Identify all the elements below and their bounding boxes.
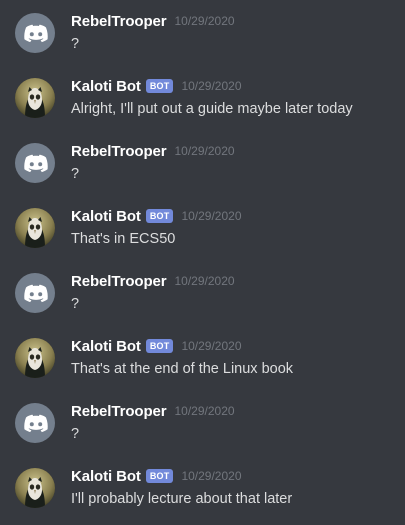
bot-badge: BOT [145, 209, 174, 223]
message-header: Kaloti Bot BOT 10/29/2020 [71, 76, 242, 96]
author-name[interactable]: Kaloti Bot [71, 338, 141, 355]
author-name[interactable]: RebelTrooper [71, 13, 167, 30]
message: RebelTrooper 10/29/2020 ? [0, 270, 405, 330]
bot-badge: BOT [145, 469, 174, 483]
message-header: Kaloti Bot BOT 10/29/2020 [71, 466, 242, 486]
timestamp: 10/29/2020 [174, 404, 235, 418]
timestamp: 10/29/2020 [181, 339, 242, 353]
owl-avatar-icon[interactable] [15, 208, 55, 248]
message-text: That's in ECS50 [71, 231, 176, 247]
message: Kaloti Bot BOT 10/29/2020 I'll probably … [0, 465, 405, 525]
message-header: Kaloti Bot BOT 10/29/2020 [71, 206, 242, 226]
message-text: Alright, I'll put out a guide maybe late… [71, 101, 353, 117]
owl-avatar-icon[interactable] [15, 78, 55, 118]
message-header: Kaloti Bot BOT 10/29/2020 [71, 336, 242, 356]
message: Kaloti Bot BOT 10/29/2020 That's in ECS5… [0, 205, 405, 265]
timestamp: 10/29/2020 [181, 209, 242, 223]
bot-badge: BOT [145, 79, 174, 93]
message-text: ? [71, 166, 80, 182]
message-text: ? [71, 426, 80, 442]
author-name[interactable]: Kaloti Bot [71, 78, 141, 95]
author-name[interactable]: RebelTrooper [71, 143, 167, 160]
author-name[interactable]: RebelTrooper [71, 273, 167, 290]
message: RebelTrooper 10/29/2020 ? [0, 10, 405, 70]
author-name[interactable]: Kaloti Bot [71, 468, 141, 485]
message-header: RebelTrooper 10/29/2020 [71, 141, 235, 161]
message-text: ? [71, 36, 80, 52]
message-header: RebelTrooper 10/29/2020 [71, 401, 235, 421]
timestamp: 10/29/2020 [174, 144, 235, 158]
bot-badge: BOT [145, 339, 174, 353]
author-name[interactable]: Kaloti Bot [71, 208, 141, 225]
timestamp: 10/29/2020 [174, 274, 235, 288]
timestamp: 10/29/2020 [174, 14, 235, 28]
discord-default-avatar-icon[interactable] [15, 143, 55, 183]
message-header: RebelTrooper 10/29/2020 [71, 11, 235, 31]
message-text: That's at the end of the Linux book [71, 361, 294, 377]
discord-default-avatar-icon[interactable] [15, 403, 55, 443]
message: Kaloti Bot BOT 10/29/2020 That's at the … [0, 335, 405, 395]
author-name[interactable]: RebelTrooper [71, 403, 167, 420]
message-text: ? [71, 296, 80, 312]
message-text: I'll probably lecture about that later [71, 491, 293, 507]
timestamp: 10/29/2020 [181, 469, 242, 483]
discord-default-avatar-icon[interactable] [15, 13, 55, 53]
message: RebelTrooper 10/29/2020 ? [0, 140, 405, 200]
message: Kaloti Bot BOT 10/29/2020 Alright, I'll … [0, 75, 405, 135]
message: RebelTrooper 10/29/2020 ? [0, 400, 405, 460]
owl-avatar-icon[interactable] [15, 468, 55, 508]
discord-default-avatar-icon[interactable] [15, 273, 55, 313]
message-header: RebelTrooper 10/29/2020 [71, 271, 235, 291]
owl-avatar-icon[interactable] [15, 338, 55, 378]
timestamp: 10/29/2020 [181, 79, 242, 93]
